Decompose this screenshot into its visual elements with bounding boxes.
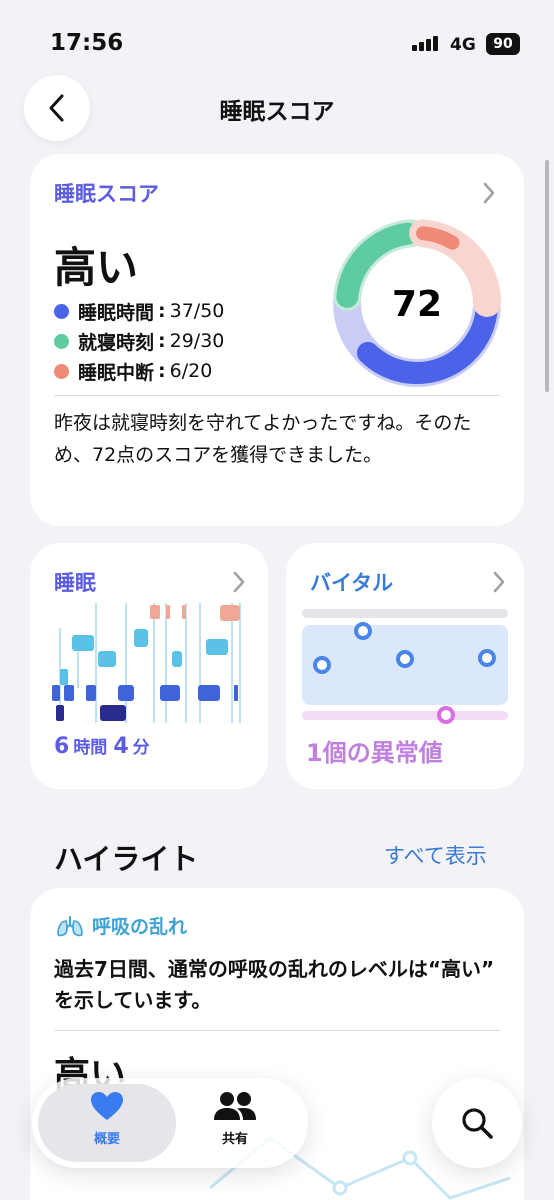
legend-metric-name: 睡眠時間 (78, 301, 155, 324)
legend-item: 就寝時刻:29/30 (54, 326, 224, 356)
legend-metric-name: 睡眠中断 (78, 361, 155, 384)
highlight-tag: 呼吸の乱れ (56, 912, 187, 939)
vitals-chart (302, 609, 508, 724)
status-bar: 17:56 4G 90 (0, 0, 554, 80)
sleep-score-card[interactable]: 睡眠スコア 高い 睡眠時間:37/50 就寝時刻:29/30 睡眠中断:6/20 7… (30, 154, 524, 526)
highlight-tag-label: 呼吸の乱れ (92, 916, 188, 938)
legend-metric-value: 6/20 (169, 360, 213, 382)
legend-metric-value: 29/30 (169, 330, 225, 352)
tab-overview[interactable]: 概要 (38, 1090, 176, 1147)
sleep-card[interactable]: 睡眠 6 時間 4 分 (30, 543, 268, 789)
status-time: 17:56 (50, 30, 124, 56)
chevron-right-icon (233, 571, 245, 593)
see-all-link[interactable]: すべて表示 (384, 840, 487, 870)
score-summary: 昨夜は就寝時刻を守れてよかったですね。そのため、72点のスコアを獲得できました。 (54, 412, 472, 466)
tab-sharing[interactable]: 共有 (166, 1090, 304, 1147)
people-icon (214, 1092, 256, 1120)
legend-metric-name: 就寝時刻 (78, 331, 155, 354)
search-icon (462, 1108, 493, 1139)
legend-metric-value: 37/50 (169, 300, 225, 322)
score-rating: 高い (54, 243, 139, 292)
chevron-right-icon (493, 571, 505, 593)
sleep-heading: 睡眠 (54, 571, 96, 595)
vitals-card[interactable]: バイタル 1個の異常値 (286, 543, 524, 789)
divider (54, 1030, 500, 1031)
score-legend: 睡眠時間:37/50 就寝時刻:29/30 睡眠中断:6/20 (54, 296, 224, 386)
network-type: 4G (450, 35, 476, 55)
legend-colon: : (158, 360, 166, 382)
legend-colon: : (158, 330, 166, 352)
page-title: 睡眠スコア (219, 99, 335, 125)
heart-icon (91, 1092, 123, 1120)
chevron-right-icon (483, 182, 495, 204)
legend-item: 睡眠時間:37/50 (54, 296, 224, 326)
sleep-stages-chart (52, 603, 241, 723)
divider (54, 395, 500, 396)
tab-bar: 概要 共有 (32, 1078, 308, 1168)
sleep-minutes-unit: 分 (132, 738, 150, 758)
tab-sharing-label: 共有 (221, 1132, 248, 1147)
highlight-text: 過去7日間、通常の呼吸の乱れのレベルは“高い” を示しています。 (54, 957, 495, 1012)
legend-dot (54, 303, 69, 319)
vitals-anomaly-count: 1個の異常値 (306, 739, 443, 767)
tab-overview-label: 概要 (93, 1132, 120, 1147)
search-button[interactable] (432, 1078, 522, 1168)
legend-colon: : (158, 300, 166, 322)
battery-icon: 90 (486, 33, 520, 55)
sleep-hours-unit: 時間 (73, 738, 108, 758)
legend-item: 睡眠中断:6/20 (54, 356, 224, 386)
sleep-minutes: 4 (113, 734, 129, 759)
legend-dot (54, 333, 69, 349)
score-ring-chart: 72 (333, 219, 501, 387)
lungs-icon (57, 915, 83, 936)
vitals-heading: バイタル (310, 571, 394, 595)
sleep-duration: 6 時間 4 分 (54, 733, 156, 759)
scroll-indicator[interactable] (545, 160, 549, 392)
sleep-score-heading: 睡眠スコア (54, 182, 159, 206)
sleep-hours: 6 (54, 734, 70, 759)
highlights-title: ハイライト (54, 842, 199, 876)
signal-icon (412, 36, 438, 51)
score-value: 72 (392, 284, 442, 325)
legend-dot (54, 363, 69, 379)
